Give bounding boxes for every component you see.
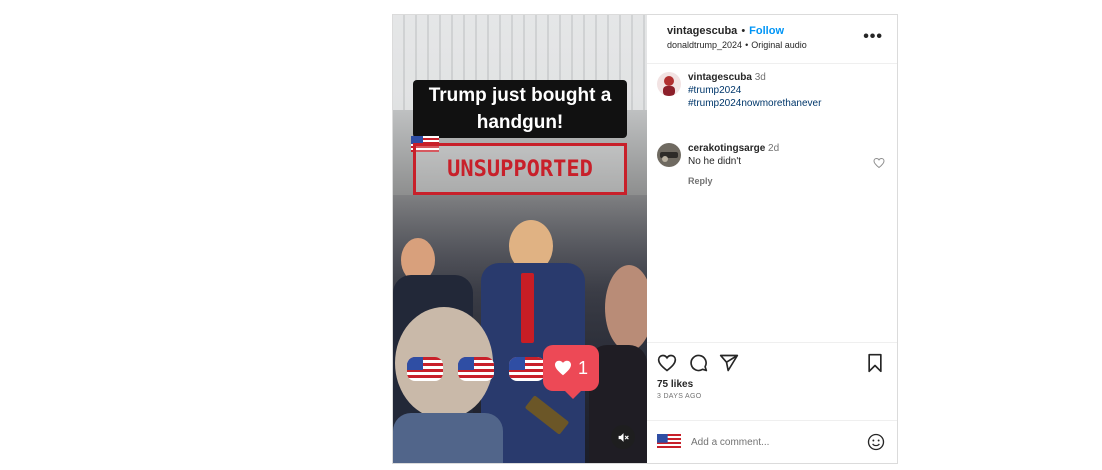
comment-time: 2d [768, 143, 780, 154]
right-person-head [605, 265, 647, 351]
hashtag-link[interactable]: #trump2024nowmorethanever [688, 98, 821, 109]
header-row: vintagescuba • Follow [667, 25, 885, 37]
dot-separator: • [745, 40, 749, 50]
audio-label[interactable]: Original audio [751, 40, 807, 50]
comment-body: cerakotingsarge 2d No he didn't Reply [688, 143, 779, 186]
dot-separator: • [741, 25, 746, 37]
comment-item: cerakotingsarge 2d No he didn't Reply [657, 143, 885, 186]
post-video[interactable]: Trump just bought a handgun! UNSUPPORTED [393, 15, 647, 463]
emoji-icon[interactable] [867, 433, 885, 451]
comments-section: vintagescuba 3d #trump2024 #trump2024now… [647, 64, 897, 342]
action-icons [657, 353, 885, 373]
instagram-post: Trump just bought a handgun! UNSUPPORTED [392, 14, 898, 464]
flag-emojis [407, 357, 545, 381]
reply-button[interactable]: Reply [688, 176, 779, 186]
comment-time: 3d [754, 72, 766, 83]
us-flag-icon [458, 357, 494, 381]
post-header: vintagescuba • Follow donaldtrump_2024 •… [647, 15, 897, 64]
comment-username[interactable]: vintagescuba [688, 72, 752, 83]
post-timestamp: 3 DAYS AGO [657, 393, 702, 400]
more-options-button[interactable]: ••• [863, 29, 883, 45]
avatar[interactable] [657, 72, 681, 96]
red-tie [521, 273, 534, 343]
comment-text: No he didn't [688, 156, 742, 167]
caption-comment: vintagescuba 3d #trump2024 #trump2024now… [657, 72, 885, 109]
add-comment-input[interactable]: Add a comment... [691, 437, 769, 448]
mute-icon [618, 432, 629, 442]
unsupported-stamp: UNSUPPORTED [413, 143, 627, 195]
post-username[interactable]: vintagescuba [667, 25, 737, 37]
caption-body: vintagescuba 3d #trump2024 #trump2024now… [688, 72, 821, 109]
share-icon[interactable] [719, 353, 739, 373]
heart-icon[interactable] [657, 353, 677, 373]
follow-button[interactable]: Follow [749, 25, 784, 37]
us-flag-icon [509, 357, 545, 381]
heart-icon [554, 360, 571, 376]
like-bubble-count: 1 [577, 357, 588, 378]
likes-count[interactable]: 75 likes [657, 379, 885, 390]
like-notification-bubble: 1 [543, 345, 599, 399]
mute-button[interactable] [611, 425, 635, 449]
foreground-shirt [393, 413, 503, 463]
avatar[interactable] [657, 143, 681, 167]
audio-username[interactable]: donaldtrump_2024 [667, 40, 742, 50]
heart-icon[interactable] [873, 157, 885, 169]
comment-icon[interactable] [688, 353, 708, 373]
user-avatar-icon [657, 434, 681, 450]
bookmark-icon[interactable] [865, 353, 885, 373]
post-actions: 75 likes 3 DAYS AGO [647, 342, 897, 420]
comment-username[interactable]: cerakotingsarge [688, 143, 765, 154]
hashtag-link[interactable]: #trump2024 [688, 85, 821, 96]
video-caption: Trump just bought a handgun! [413, 80, 627, 138]
us-flag-icon [407, 357, 443, 381]
caption-line-2: handgun! [476, 112, 564, 133]
audio-row: donaldtrump_2024 • Original audio [667, 40, 885, 50]
add-comment-bar: Add a comment... [647, 420, 897, 463]
post-sidebar: vintagescuba • Follow donaldtrump_2024 •… [647, 15, 897, 463]
caption-line-1: Trump just bought a [428, 85, 612, 106]
